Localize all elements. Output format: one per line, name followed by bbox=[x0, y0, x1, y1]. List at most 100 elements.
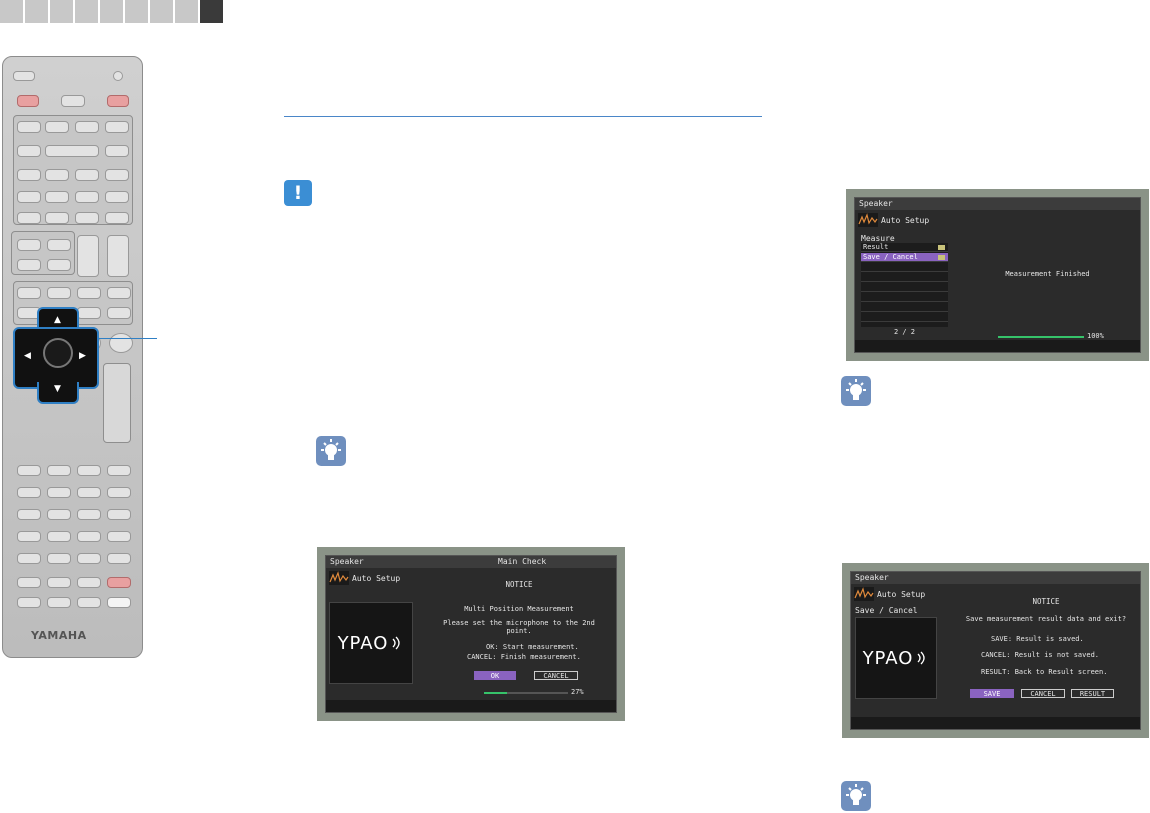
screen-header: Speaker bbox=[855, 198, 1140, 210]
cancel-description: CANCEL: Finish measurement. bbox=[467, 653, 581, 661]
chapter-tab[interactable] bbox=[150, 0, 173, 23]
remote-button bbox=[47, 531, 71, 542]
screen-footer bbox=[326, 700, 616, 712]
remote-button bbox=[47, 577, 71, 588]
auto-setup-icon bbox=[329, 571, 349, 585]
menu-item-save-cancel[interactable]: Save / Cancel bbox=[861, 253, 948, 262]
auto-setup-label: Auto Setup bbox=[881, 216, 930, 225]
remote-button bbox=[17, 212, 41, 224]
remote-power-button bbox=[107, 95, 129, 107]
remote-button bbox=[47, 465, 71, 476]
notice-message-line2: point. bbox=[506, 627, 532, 635]
remote-button bbox=[77, 487, 101, 498]
callout-leader-line bbox=[97, 338, 157, 339]
menu-item-empty bbox=[861, 263, 948, 272]
progress-bar-fill bbox=[484, 692, 507, 694]
remote-round-button bbox=[109, 333, 133, 353]
page-indicator: 2 / 2 bbox=[893, 328, 916, 336]
save-description: SAVE: Result is saved. bbox=[991, 635, 1084, 643]
hint-bulb-icon bbox=[316, 436, 346, 466]
remote-led bbox=[113, 71, 123, 81]
remote-button bbox=[17, 239, 41, 251]
folder-icon bbox=[938, 245, 945, 250]
left-arrow-icon: ◀ bbox=[24, 351, 31, 361]
measure-section-label: Measure bbox=[861, 234, 895, 243]
remote-button bbox=[47, 509, 71, 520]
caution-icon: ! bbox=[284, 180, 312, 206]
remote-button bbox=[45, 145, 99, 157]
screen-footer bbox=[855, 340, 1140, 352]
remote-button bbox=[77, 577, 101, 588]
chapter-tab[interactable] bbox=[25, 0, 48, 23]
screen-main-check: Speaker Main Check Auto Setup YPAO NOTIC… bbox=[317, 547, 625, 721]
right-arrow-icon: ▶ bbox=[79, 351, 86, 361]
screen-save-cancel: Speaker Auto Setup Save / Cancel YPAO NO… bbox=[842, 563, 1149, 738]
menu-item-empty bbox=[861, 293, 948, 302]
screen-footer bbox=[851, 717, 1140, 729]
menu-item-empty bbox=[861, 313, 948, 322]
remote-button bbox=[107, 553, 131, 564]
screen-measurement-finished: Speaker Auto Setup Measure Result Save /… bbox=[846, 189, 1149, 361]
chapter-tab-active[interactable] bbox=[200, 0, 223, 23]
remote-button bbox=[17, 191, 41, 203]
remote-brand-logo: YAMAHA bbox=[31, 629, 87, 642]
remote-button bbox=[47, 287, 71, 299]
remote-power-button bbox=[17, 95, 39, 107]
menu-item-empty bbox=[861, 273, 948, 282]
ok-description: OK: Start measurement. bbox=[486, 643, 579, 651]
remote-button bbox=[107, 307, 131, 319]
screen-header: Speaker Main Check bbox=[326, 556, 616, 568]
cancel-button[interactable]: CANCEL bbox=[1021, 689, 1065, 698]
cancel-description: CANCEL: Result is not saved. bbox=[981, 651, 1100, 659]
remote-button bbox=[105, 169, 129, 181]
result-button[interactable]: RESULT bbox=[1071, 689, 1114, 698]
remote-button bbox=[105, 121, 129, 133]
remote-button bbox=[77, 287, 101, 299]
remote-button bbox=[45, 212, 69, 224]
remote-button bbox=[17, 121, 41, 133]
remote-button bbox=[45, 191, 69, 203]
folder-icon bbox=[938, 255, 945, 260]
finished-message: Measurement Finished bbox=[1005, 270, 1090, 278]
chapter-tab[interactable] bbox=[75, 0, 98, 23]
save-button[interactable]: SAVE bbox=[970, 689, 1014, 698]
remote-button bbox=[17, 465, 41, 476]
sound-waves-icon bbox=[392, 636, 401, 650]
remote-dpad-down: ▼ bbox=[37, 382, 79, 404]
remote-button bbox=[47, 597, 71, 608]
save-cancel-section-label: Save / Cancel bbox=[855, 606, 918, 615]
remote-button bbox=[77, 509, 101, 520]
chapter-tab[interactable] bbox=[0, 0, 23, 23]
remote-button bbox=[17, 259, 41, 271]
chapter-tab[interactable] bbox=[175, 0, 198, 23]
cancel-button[interactable]: CANCEL bbox=[534, 671, 578, 680]
progress-bar bbox=[484, 692, 568, 694]
hint-bulb-icon bbox=[841, 376, 871, 406]
up-arrow-icon: ▲ bbox=[54, 315, 61, 325]
screen-header: Speaker bbox=[851, 572, 1140, 584]
remote-button bbox=[105, 212, 129, 224]
remote-button bbox=[75, 121, 99, 133]
remote-button bbox=[47, 239, 71, 251]
remote-button bbox=[17, 169, 41, 181]
menu-item-label: Save / Cancel bbox=[863, 253, 918, 261]
notice-title: NOTICE bbox=[1032, 597, 1060, 606]
menu-item-empty bbox=[861, 303, 948, 312]
notice-title: NOTICE bbox=[505, 580, 533, 589]
remote-button bbox=[77, 307, 101, 319]
menu-item-result[interactable]: Result bbox=[861, 243, 948, 252]
remote-button bbox=[77, 553, 101, 564]
chapter-tab[interactable] bbox=[100, 0, 123, 23]
remote-button bbox=[107, 597, 131, 608]
screen-main-check-display: Speaker Main Check Auto Setup YPAO NOTIC… bbox=[325, 555, 617, 713]
chapter-tab[interactable] bbox=[125, 0, 148, 23]
auto-setup-label: Auto Setup bbox=[877, 590, 926, 599]
remote-button bbox=[105, 191, 129, 203]
ypao-logo-text: YPAO bbox=[337, 632, 389, 654]
down-arrow-icon: ▼ bbox=[54, 384, 61, 394]
chapter-tab[interactable] bbox=[50, 0, 73, 23]
remote-button bbox=[105, 145, 129, 157]
ok-button[interactable]: OK bbox=[474, 671, 516, 680]
remote-button bbox=[61, 95, 85, 107]
remote-button bbox=[107, 465, 131, 476]
